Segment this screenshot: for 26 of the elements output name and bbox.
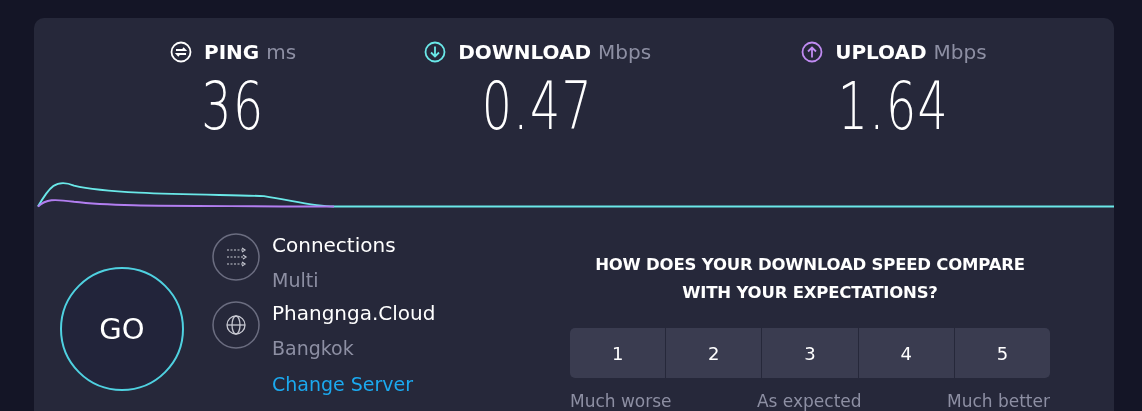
scale-label: Much worse	[570, 391, 672, 411]
rating-button[interactable]: 2	[666, 328, 762, 378]
metric-label: PING ms	[204, 40, 297, 64]
info-subtitle: Bangkok	[272, 337, 355, 359]
change-server-link[interactable]: Change Server	[272, 373, 436, 395]
metric-label: DOWNLOAD Mbps	[458, 40, 652, 64]
scale-label: As expected	[756, 391, 862, 411]
ping-icon	[170, 41, 192, 63]
info-title: Phangnga.Cloud	[272, 301, 436, 325]
connections-icon	[212, 233, 260, 281]
metric-label: UPLOAD Mbps	[835, 40, 987, 64]
metric-value: 0.47	[481, 74, 594, 140]
info-title: Connections	[272, 233, 396, 257]
metric-value: 1.64	[838, 74, 950, 140]
rating-button[interactable]: 5	[954, 328, 1050, 378]
metric-value: 36	[201, 74, 265, 140]
globe-icon	[212, 301, 260, 349]
download-icon	[424, 41, 447, 63]
info-subtitle: Multi	[272, 269, 320, 291]
survey-question: HOW DOES YOUR DOWNLOAD SPEED COMPARE WITH YOUR EXPECTATIONS?	[594, 254, 1026, 304]
rating-button[interactable]: 1	[570, 328, 666, 378]
upload-icon	[801, 41, 824, 63]
go-button[interactable]: GO	[60, 267, 184, 391]
scale-label: Much better	[947, 391, 1050, 411]
rating-button[interactable]: 4	[858, 328, 954, 378]
rating-button[interactable]: 3	[762, 328, 858, 378]
